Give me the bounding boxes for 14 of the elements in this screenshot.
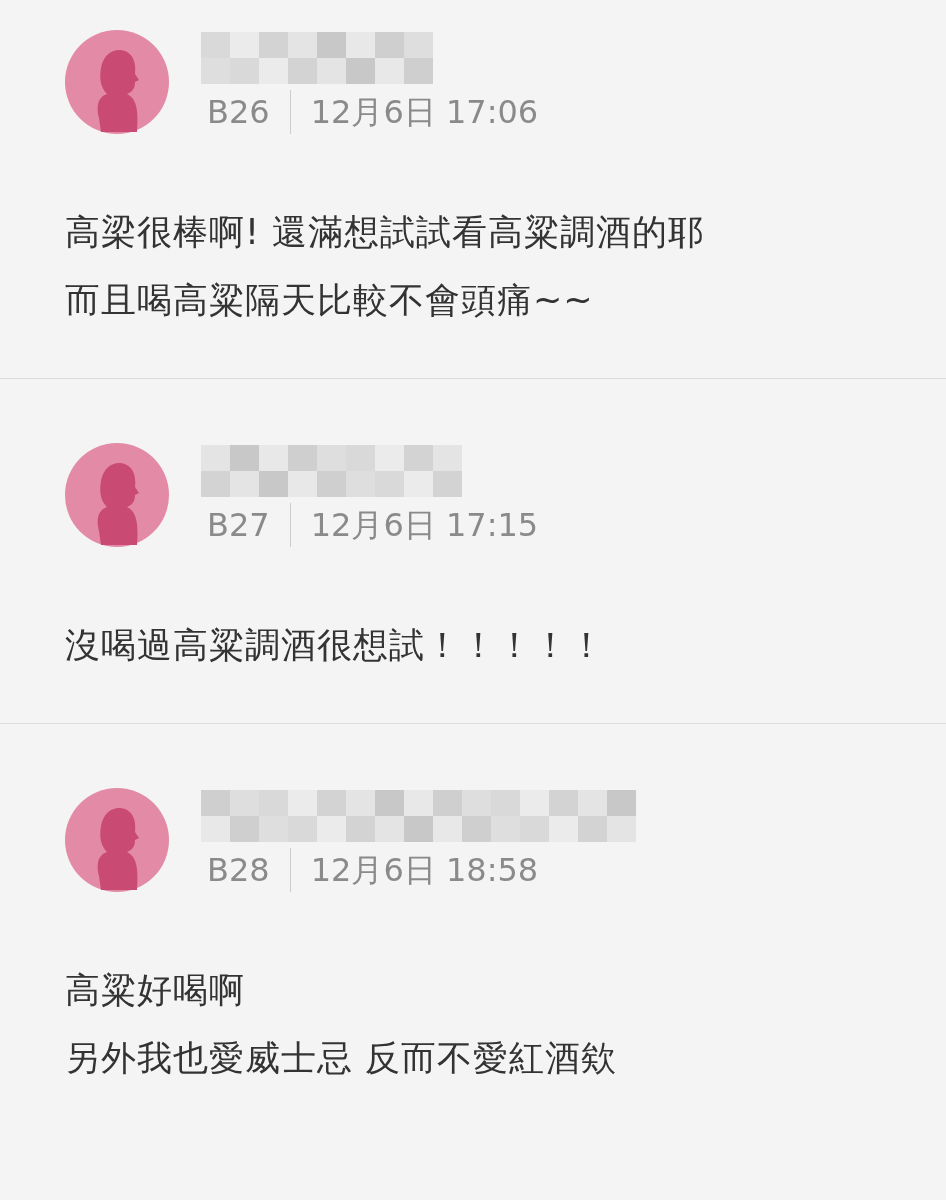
post-time: 12月6日 17:15 [310, 505, 539, 546]
comment-text: 高粱好喝啊 [65, 969, 246, 1012]
floor-number: B28 [207, 850, 270, 891]
avatar-icon [65, 443, 169, 547]
floor-number: B27 [207, 505, 270, 546]
comment-text: 高梁很棒啊! 還滿想試試看高粱調酒的耶 [65, 211, 706, 254]
post-time: 12月6日 18:58 [310, 850, 539, 891]
comment-text: 另外我也愛威士忌 反而不愛紅酒欸 [65, 1037, 619, 1080]
avatar-icon [65, 30, 169, 134]
comment-text: 而且喝高粱隔天比較不會頭痛~~ [65, 279, 595, 322]
comment-text: 沒喝過高粱調酒很想試！！！！！ [65, 624, 606, 667]
floor-number: B26 [207, 92, 270, 133]
avatar-icon [65, 788, 169, 892]
post-time: 12月6日 17:06 [310, 92, 539, 133]
